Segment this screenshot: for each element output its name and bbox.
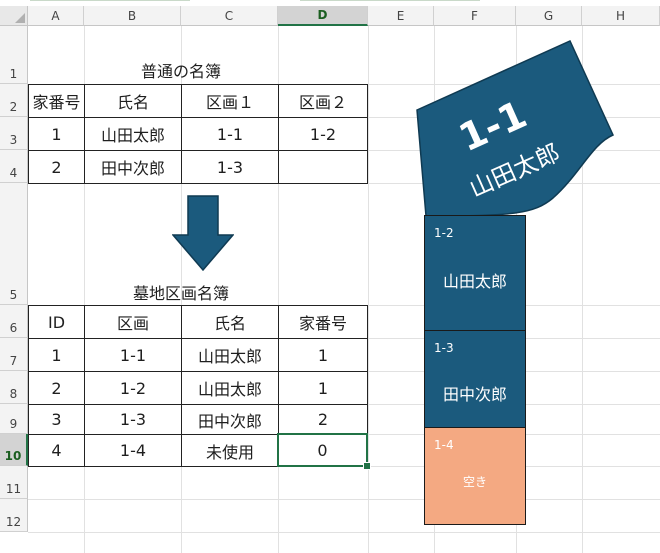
table2-header-cell[interactable]: ID: [28, 305, 85, 339]
plot-1-2-name: 山田太郎: [442, 272, 507, 291]
row-header-3[interactable]: 3: [0, 117, 28, 150]
plot-1-3-code: 1-3: [434, 341, 454, 355]
active-cell-d10[interactable]: 0: [277, 433, 368, 467]
column-header-f[interactable]: F: [434, 6, 516, 26]
table2-cell[interactable]: 1-1: [84, 338, 182, 372]
column-header-g[interactable]: G: [516, 6, 582, 26]
table2-cell[interactable]: 1: [28, 338, 85, 372]
column-header-h[interactable]: H: [582, 6, 660, 26]
table1-cell[interactable]: 山田太郎: [84, 117, 182, 151]
row-header-11[interactable]: 11: [0, 466, 28, 499]
table2-cell[interactable]: 1-3: [84, 404, 182, 435]
plot-1-4[interactable]: 1-4 空き: [424, 427, 526, 525]
table1-header-cell[interactable]: 氏名: [84, 84, 182, 118]
plot-1-1-shape[interactable]: 1-1 山田太郎: [410, 38, 620, 220]
table2-cell[interactable]: 2: [28, 371, 85, 405]
table2-cell[interactable]: 2: [278, 404, 368, 435]
column-header-b[interactable]: B: [84, 6, 181, 26]
table1-cell[interactable]: 1-3: [181, 150, 279, 184]
table2-cell[interactable]: 田中次郎: [181, 404, 279, 435]
plot-1-3-name: 田中次郎: [442, 385, 507, 404]
table1-header-cell[interactable]: 区画１: [181, 84, 279, 118]
table2-cell[interactable]: 1-4: [84, 434, 182, 467]
table2-cell[interactable]: 山田太郎: [181, 338, 279, 372]
plot-1-3[interactable]: 1-3 田中次郎: [424, 330, 526, 428]
row-header-1[interactable]: 1: [0, 26, 28, 84]
table1-header-cell[interactable]: 家番号: [28, 84, 85, 118]
fill-handle[interactable]: [363, 462, 371, 470]
table2-cell[interactable]: 4: [28, 434, 85, 467]
table1-title: 普通の名簿: [140, 62, 221, 81]
column-header-a[interactable]: A: [28, 6, 84, 26]
table2-cell[interactable]: 1-2: [84, 371, 182, 405]
down-arrow-icon: [172, 195, 234, 271]
row-header-5[interactable]: 5: [0, 183, 28, 305]
table1-cell[interactable]: 田中次郎: [84, 150, 182, 184]
column-header-d[interactable]: D: [278, 6, 368, 26]
table2-cell[interactable]: 未使用: [181, 434, 279, 467]
table1-cell[interactable]: 2: [28, 150, 85, 184]
row-header-12[interactable]: 12: [0, 499, 28, 532]
table1-cell[interactable]: [278, 150, 368, 184]
table2-cell[interactable]: 3: [28, 404, 85, 435]
row-header-6[interactable]: 6: [0, 305, 28, 338]
table2-title: 墓地区画名簿: [132, 284, 229, 303]
table1-cell[interactable]: 1: [28, 117, 85, 151]
row-header-7[interactable]: 7: [0, 338, 28, 371]
select-all-button[interactable]: [0, 6, 28, 26]
row-header-10[interactable]: 10: [0, 434, 28, 466]
table2-header-cell[interactable]: 家番号: [278, 305, 368, 339]
table1-cell[interactable]: 1-1: [181, 117, 279, 151]
row-header-2[interactable]: 2: [0, 84, 28, 117]
plot-1-2[interactable]: 1-2 山田太郎: [424, 215, 526, 331]
table2-header-cell[interactable]: 氏名: [181, 305, 279, 339]
row-header-4[interactable]: 4: [0, 150, 28, 183]
plot-1-4-name: 空き: [462, 474, 487, 489]
table1-header-cell[interactable]: 区画２: [278, 84, 368, 118]
table2-cell[interactable]: 1: [278, 371, 368, 405]
table2-header-cell[interactable]: 区画: [84, 305, 182, 339]
row-header-9[interactable]: 9: [0, 404, 28, 434]
row-header-8[interactable]: 8: [0, 371, 28, 404]
select-all-icon: [15, 13, 25, 23]
table1-cell[interactable]: 1-2: [278, 117, 368, 151]
ribbon-edge-line: [300, 0, 480, 1]
ribbon-edge-line: [30, 0, 190, 1]
column-header-e[interactable]: E: [368, 6, 434, 26]
table2-cell[interactable]: 1: [278, 338, 368, 372]
table2-cell[interactable]: 山田太郎: [181, 371, 279, 405]
column-header-c[interactable]: C: [181, 6, 278, 26]
